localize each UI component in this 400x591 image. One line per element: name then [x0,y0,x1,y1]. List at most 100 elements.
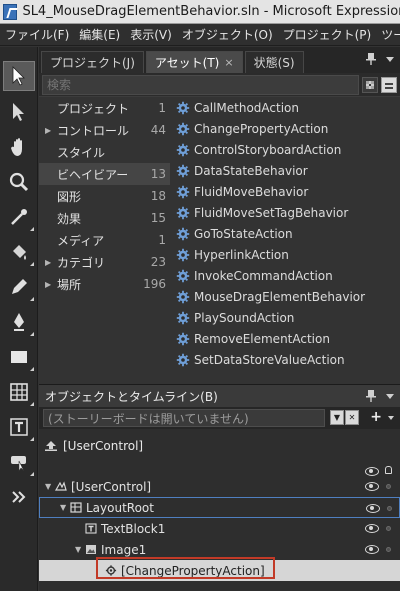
behavior-gear-icon [176,122,190,135]
lock-icon[interactable] [385,466,392,474]
tab-project[interactable]: プロジェクト(J) [41,51,144,73]
tree-node-label: TextBlock1 [101,521,166,536]
menu-tools[interactable]: ツール [376,26,400,43]
behavior-item[interactable]: ChangePropertyAction [174,118,400,139]
asset-search-input[interactable] [42,74,359,95]
category-controls[interactable]: ▶ コントロール 44 [39,119,170,141]
behavior-item[interactable]: ControlStoryboardAction [174,139,400,160]
pin-icon[interactable] [366,390,376,402]
tree-node[interactable]: TextBlock1 [39,518,400,539]
menu-view[interactable]: 表示(V) [125,26,177,43]
category-count: 23 [150,255,166,269]
menu-object[interactable]: オブジェクト(O) [177,26,278,43]
category-locations[interactable]: ▶ 場所 196 [39,273,170,295]
double-chevron-icon [12,491,26,503]
behavior-item[interactable]: DataStateBehavior [174,160,400,181]
control-tool[interactable] [3,447,35,477]
panel-menu-caret-icon[interactable] [386,394,394,399]
behavior-item[interactable]: PlaySoundAction [174,307,400,328]
grid-view-button[interactable] [362,76,378,93]
expand-triangle-icon[interactable]: ▶ [45,126,57,135]
blend-app-icon [3,3,18,20]
storyboard-picker[interactable]: (ストーリーボードは開いていません) [43,409,325,427]
list-view-icon [385,80,393,89]
behavior-item[interactable]: CallMethodAction [174,97,400,118]
more-tools-corner [30,472,34,476]
category-count: 1 [158,233,166,247]
scope-row[interactable]: [UserControl] [39,435,400,457]
eye-icon[interactable] [365,467,379,476]
behavior-item[interactable]: GoToStateAction [174,223,400,244]
menu-file[interactable]: ファイル(F) [0,26,74,43]
menu-edit[interactable]: 編集(E) [74,26,125,43]
grid-layout-tool[interactable] [3,377,35,407]
tree-node[interactable]: ▼ [UserControl] [39,476,400,497]
lock-toggle-icon[interactable] [386,547,391,552]
pen-nib-icon [14,313,24,331]
pan-tool[interactable] [3,132,35,162]
category-behaviors[interactable]: ビヘイビアー 13 [39,163,170,185]
lock-toggle-icon[interactable] [387,506,392,511]
lock-toggle-icon[interactable] [386,484,391,489]
eye-icon[interactable] [366,504,380,513]
category-styles[interactable]: スタイル [39,141,170,163]
more-tools-corner [30,297,34,301]
asset-search-row [39,73,400,97]
behavior-list: CallMethodAction ChangePropertyAction Cont… [174,97,400,370]
tab-assets[interactable]: アセット(T) × [145,51,243,73]
text-tool[interactable] [3,412,35,442]
direct-selection-tool[interactable] [3,97,35,127]
rectangle-tool[interactable] [3,342,35,372]
category-effects[interactable]: 効果 15 [39,207,170,229]
behavior-gear-icon [176,101,190,114]
pencil-icon [12,279,27,294]
tab-close-icon[interactable]: × [224,56,233,69]
pen-tool[interactable] [3,307,35,337]
assets-tool[interactable] [3,482,35,512]
behavior-item[interactable]: RemoveElementAction [174,328,400,349]
eye-icon[interactable] [365,524,379,533]
usercontrol-icon [55,481,67,491]
pencil-tool[interactable] [3,272,35,302]
asset-categories: プロジェクト 1 ▶ コントロール 44 スタイル ビヘイビアー 13 図形 18 効果 1… [39,97,170,295]
tab-states[interactable]: 状態(S) [244,51,304,73]
menu-project[interactable]: プロジェクト(P) [278,26,377,43]
eyedropper-icon [11,209,27,225]
list-view-button[interactable] [381,76,397,93]
zoom-tool[interactable] [3,167,35,197]
expanded-triangle-icon[interactable]: ▼ [75,545,85,554]
tab-label: アセット(T) [154,56,220,70]
expanded-triangle-icon[interactable]: ▼ [45,482,55,491]
category-project[interactable]: プロジェクト 1 [39,97,170,119]
category-media[interactable]: メディア 1 [39,229,170,251]
expand-triangle-icon[interactable]: ▶ [45,258,57,267]
pin-icon[interactable] [366,53,376,65]
behavior-item[interactable]: FluidMoveSetTagBehavior [174,202,400,223]
eye-icon[interactable] [365,545,379,554]
expand-triangle-icon[interactable]: ▶ [45,280,57,289]
behavior-item[interactable]: SetDataStoreValueAction [174,349,400,370]
behavior-item[interactable]: InvokeCommandAction [174,265,400,286]
lock-toggle-icon[interactable] [386,526,391,531]
category-label: 効果 [57,211,82,226]
expanded-triangle-icon[interactable]: ▼ [60,503,70,512]
paint-bucket-icon [13,245,26,260]
close-storyboard-icon[interactable]: ✕ [345,410,359,425]
category-categories[interactable]: ▶ カテゴリ 23 [39,251,170,273]
eyedropper-tool[interactable] [3,202,35,232]
behavior-item[interactable]: MouseDragElementBehavior [174,286,400,307]
eye-icon[interactable] [365,482,379,491]
menu-bar: ファイル(F) 編集(E) 表示(V) オブジェクト(O) プロジェクト(P) … [0,24,400,46]
panel-menu-caret-icon[interactable] [386,57,394,62]
tree-node[interactable]: ▼ LayoutRoot [39,497,400,518]
behavior-gear-icon [176,332,190,345]
behavior-item[interactable]: FluidMoveBehavior [174,181,400,202]
storyboard-menu-caret-icon[interactable] [388,416,394,420]
behavior-item[interactable]: HyperlinkAction [174,244,400,265]
storyboard-dropdown-icon[interactable]: ▼ [330,410,344,425]
add-storyboard-icon[interactable]: + [370,409,382,425]
selection-tool[interactable] [3,61,35,91]
category-shapes[interactable]: 図形 18 [39,185,170,207]
scope-up-icon[interactable] [45,441,57,451]
paint-bucket-tool[interactable] [3,237,35,267]
